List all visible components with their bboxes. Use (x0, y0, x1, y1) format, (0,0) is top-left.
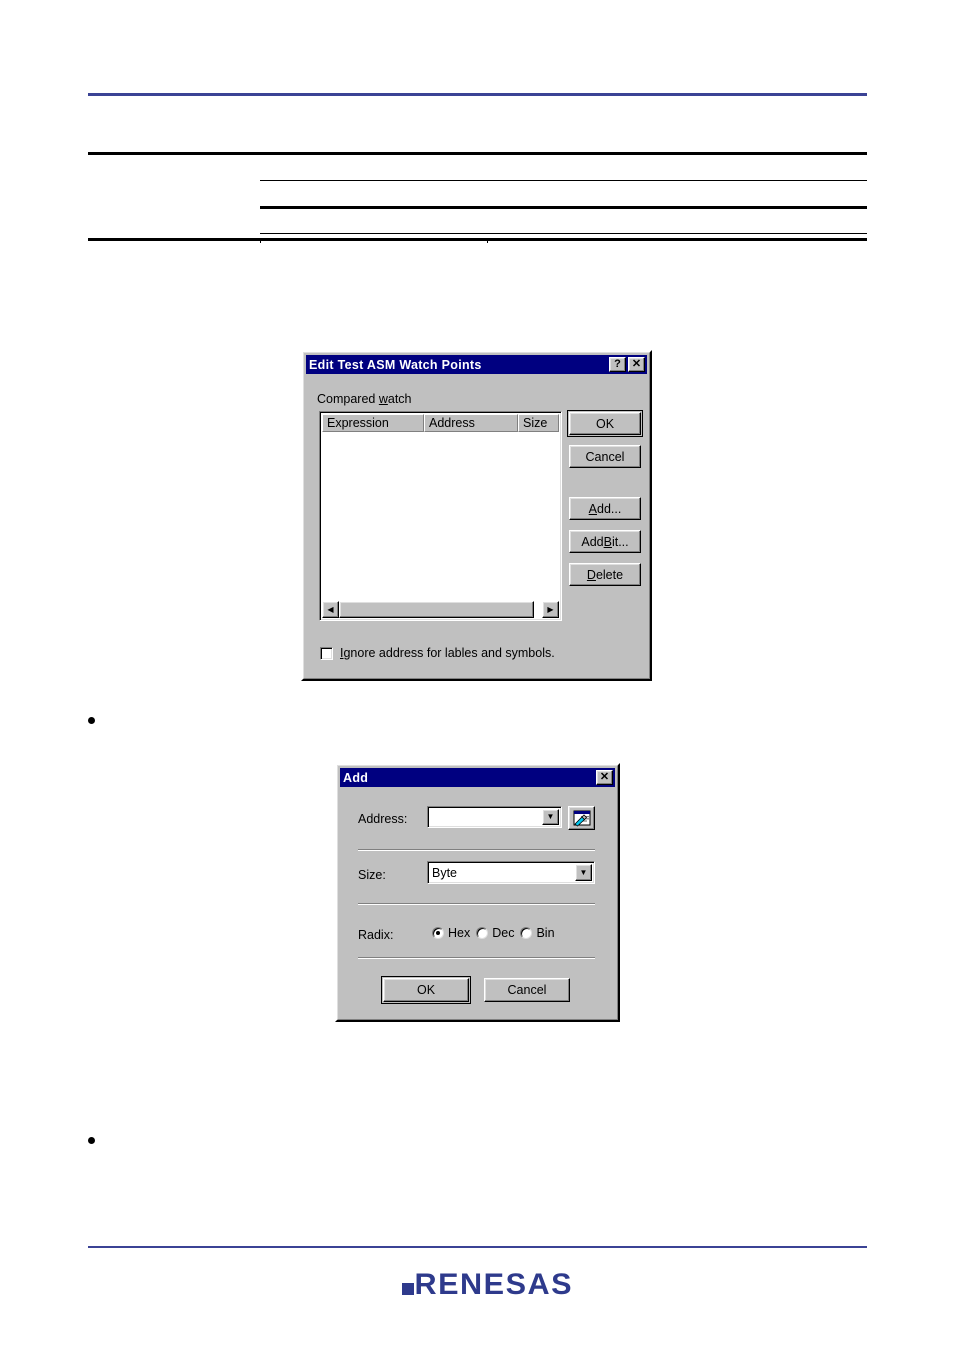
radix-option-dec[interactable]: Dec (476, 926, 514, 940)
radix-label: Radix: (358, 928, 394, 942)
watch-points-titlebar[interactable]: Edit Test ASM Watch Points ? ✕ (306, 355, 647, 374)
close-icon[interactable]: ✕ (596, 770, 613, 785)
add-button-post: dd... (597, 501, 622, 516)
divider-3 (358, 957, 595, 959)
address-label: Address: (358, 812, 408, 826)
radio-dec[interactable] (476, 927, 489, 939)
chevron-down-icon[interactable]: ▼ (542, 809, 559, 825)
radio-bin[interactable] (520, 927, 533, 939)
logo-square-icon (402, 1283, 414, 1295)
add-bit-button[interactable]: Add Bit... (569, 530, 641, 553)
add-title: Add (343, 770, 369, 785)
radix-label-bin: Bin (536, 926, 555, 940)
page-header-rule (88, 93, 867, 96)
add-dialog[interactable]: Add ✕ Address: ▼ Size: Byte ▼ Radix: Hex… (335, 763, 620, 1022)
scroll-left-arrow-icon[interactable]: ◀ (322, 601, 339, 618)
logo-text: RENESAS (414, 1268, 574, 1301)
divider-2 (358, 903, 595, 905)
scroll-right-arrow-icon[interactable]: ▶ (542, 601, 559, 618)
watch-points-title: Edit Test ASM Watch Points (309, 357, 482, 372)
ignore-address-label-post: gnore address for lables and symbols. (343, 646, 555, 660)
compared-watch-listview[interactable]: Expression Address Size ◀ ▶ (319, 411, 562, 621)
table-column-divider-2 (487, 238, 488, 243)
column-header-expression[interactable]: Expression (322, 414, 424, 432)
edit-watch-points-dialog[interactable]: Edit Test ASM Watch Points ? ✕ Compared … (301, 350, 652, 681)
listview-header: Expression Address Size (322, 414, 559, 432)
radix-option-hex[interactable]: Hex (432, 926, 470, 940)
delete-button-post: elete (595, 567, 624, 582)
delete-button-mnemonic: D (586, 567, 596, 582)
add-bit-button-mnemonic: B (603, 534, 612, 549)
listview-rows-area[interactable] (322, 432, 559, 601)
radix-label-dec: Dec (492, 926, 515, 940)
radix-label-hex: Hex (448, 926, 471, 940)
renesas-logo: RENESAS (402, 1270, 572, 1300)
add-button[interactable]: Add... (569, 497, 641, 520)
column-header-address[interactable]: Address (424, 414, 518, 432)
compared-watch-label-post: atch (387, 392, 412, 406)
close-icon[interactable]: ✕ (628, 357, 645, 372)
table-rule-bottom (88, 238, 867, 241)
compared-watch-label: Compared watch (317, 392, 412, 406)
ignore-address-checkbox[interactable] (320, 646, 333, 660)
browse-symbol-icon (573, 810, 591, 827)
table-rule-3 (260, 233, 867, 234)
column-header-size[interactable]: Size (518, 414, 559, 432)
address-combo[interactable]: ▼ (427, 806, 562, 828)
divider-1 (358, 849, 595, 851)
browse-symbol-button[interactable] (568, 806, 595, 830)
radix-radio-group[interactable]: Hex Dec Bin (432, 926, 555, 940)
ignore-address-checkbox-row[interactable]: Ignore address for lables and symbols. (320, 646, 555, 660)
size-label: Size: (358, 868, 386, 882)
radio-hex[interactable] (432, 927, 444, 939)
help-button[interactable]: ? (609, 357, 626, 372)
radix-option-bin[interactable]: Bin (520, 926, 555, 940)
bullet-marker-1 (88, 717, 95, 724)
scrollbar-thumb[interactable] (339, 601, 534, 618)
add-button-mnemonic: A (588, 501, 597, 516)
cancel-button[interactable]: Cancel (484, 978, 570, 1002)
scrollbar-track[interactable] (339, 601, 542, 618)
bullet-marker-2 (88, 1137, 95, 1144)
size-combo[interactable]: Byte ▼ (427, 861, 595, 884)
ok-button[interactable]: OK (381, 976, 471, 1004)
delete-button[interactable]: Delete (569, 563, 641, 586)
table-rule-1 (260, 180, 867, 181)
listview-horizontal-scrollbar[interactable]: ◀ ▶ (322, 601, 559, 618)
table-column-divider-1 (260, 238, 261, 243)
compared-watch-mnemonic: w (378, 392, 388, 406)
add-dialog-inner-bevel (337, 765, 618, 1020)
chevron-down-icon[interactable]: ▼ (575, 864, 592, 881)
size-value[interactable]: Byte (428, 866, 575, 880)
compared-watch-label-pre: Compared (317, 392, 379, 406)
add-titlebar[interactable]: Add ✕ (340, 768, 615, 787)
cancel-button[interactable]: Cancel (569, 445, 641, 468)
ignore-address-label: Ignore address for lables and symbols. (340, 646, 555, 660)
ok-button[interactable]: OK (567, 410, 643, 437)
table-rule-2 (260, 206, 867, 209)
table-rule-top (88, 152, 867, 155)
page-footer-rule (88, 1246, 867, 1248)
add-bit-button-pre: Add (581, 534, 604, 549)
add-bit-button-post: it... (611, 534, 629, 549)
